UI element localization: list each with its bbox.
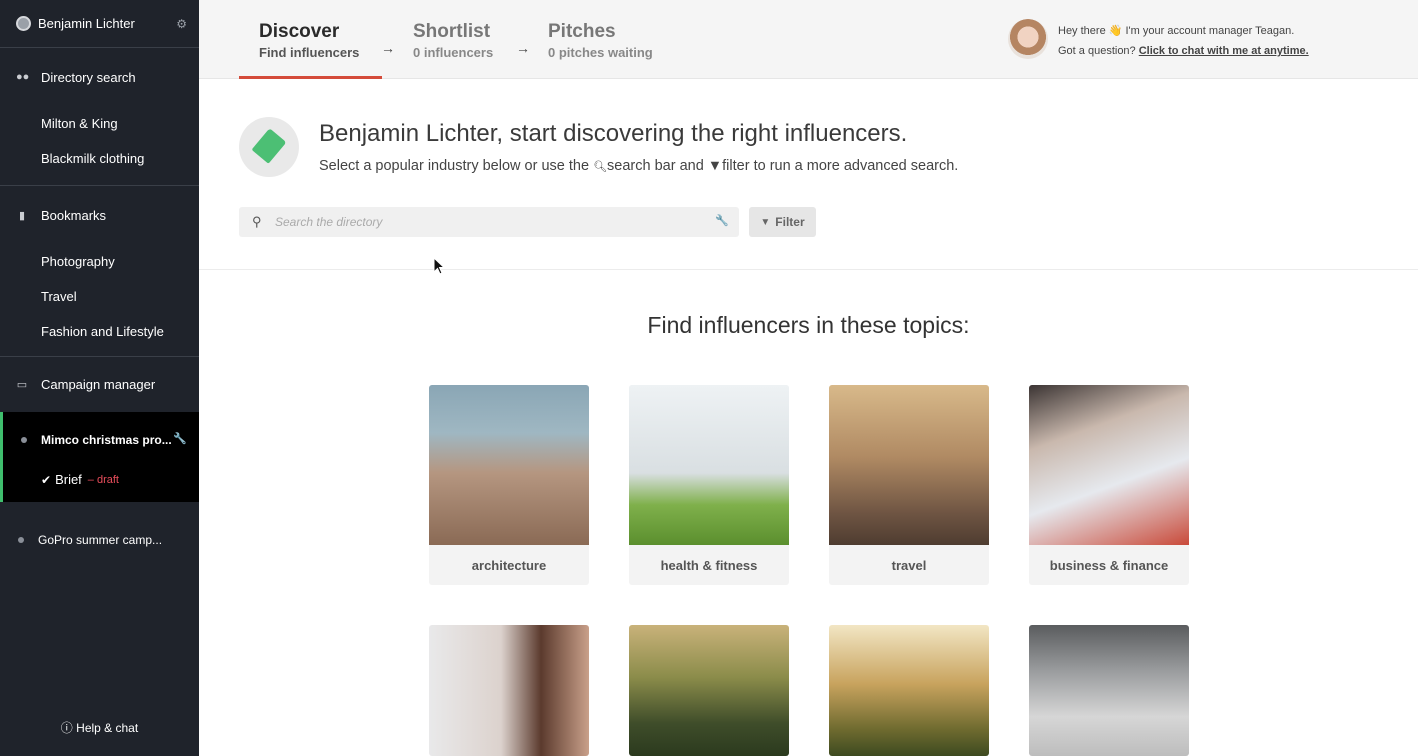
active-step-underline	[239, 76, 382, 79]
directory-section: ●● Directory search Milton & King Blackm…	[0, 48, 199, 186]
wrench-icon[interactable]: 🔧	[715, 214, 729, 227]
progress-header: Discover Find influencers → Shortlist 0 …	[199, 0, 1418, 79]
step-title: Pitches	[548, 21, 653, 43]
chat-link[interactable]: Click to chat with me at anytime.	[1139, 45, 1309, 57]
filter-label: Filter	[775, 215, 804, 229]
gear-icon[interactable]: ⚙	[176, 17, 187, 31]
arrow-right-icon: →	[516, 40, 530, 56]
briefcase-icon: ▭	[16, 378, 28, 391]
step-discover[interactable]: Discover Find influencers	[259, 21, 359, 60]
page-subtitle: Select a popular industry below or use t…	[319, 158, 958, 174]
topic-label: travel	[829, 545, 989, 585]
campaign-dot	[21, 437, 27, 443]
sidebar-item-gopro-campaign[interactable]: GoPro summer camp...	[0, 512, 199, 567]
help-chat-button[interactable]: ⓘ Help & chat	[0, 719, 199, 736]
filter-icon: ▼	[708, 158, 722, 174]
campaign-manager-label: Campaign manager	[41, 377, 155, 392]
divider	[199, 269, 1418, 270]
binoculars-icon: ●●	[16, 71, 28, 83]
subtitle-part: search bar and	[607, 158, 704, 174]
filter-button[interactable]: ▼ Filter	[749, 207, 816, 237]
sidebar-item-bookmarks[interactable]: ▮ Bookmarks	[0, 186, 199, 244]
arrow-right-icon: →	[381, 40, 395, 56]
topic-tile-health-fitness[interactable]: health & fitness	[629, 385, 789, 585]
sidebar: Benjamin Lichter ⚙ ●● Directory search M…	[0, 0, 199, 756]
topic-label: business & finance	[1029, 545, 1189, 585]
topic-image	[829, 625, 989, 756]
topic-tile-business-finance[interactable]: business & finance	[1029, 385, 1189, 585]
search-input[interactable]	[275, 207, 705, 237]
campaign-name: GoPro summer camp...	[38, 533, 162, 547]
brief-label: Brief	[55, 472, 82, 487]
manager-question-prefix: Got a question?	[1058, 45, 1136, 57]
bookmarks-label: Bookmarks	[41, 208, 106, 223]
sidebar-item-mimco-campaign[interactable]: Mimco christmas pro... 🔧	[3, 412, 199, 467]
step-subtitle: Find influencers	[259, 45, 359, 60]
page-title: Benjamin Lichter, start discovering the …	[319, 120, 907, 148]
account-manager-message: Hey there 👋 I'm your account manager Tea…	[1058, 21, 1309, 61]
sidebar-item-photography[interactable]: Photography	[0, 244, 199, 279]
subtitle-part: Select a popular industry below or use t…	[319, 158, 589, 174]
manager-greeting: Hey there 👋 I'm your account manager Tea…	[1058, 21, 1309, 41]
topic-image	[629, 625, 789, 756]
sidebar-item-directory-search[interactable]: ●● Directory search	[0, 48, 199, 106]
manager-question: Got a question? Click to chat with me at…	[1058, 41, 1309, 61]
check-icon: ✔	[41, 473, 51, 487]
search-icon: ⚲	[252, 214, 262, 230]
topic-label: health & fitness	[629, 545, 789, 585]
bookmark-icon: ▮	[16, 209, 28, 222]
topic-tile[interactable]	[629, 625, 789, 756]
user-avatar	[16, 16, 31, 31]
sidebar-item-blackmilk[interactable]: Blackmilk clothing	[0, 141, 199, 176]
topic-image	[429, 625, 589, 756]
filter-icon: ▼	[760, 217, 770, 228]
step-title: Discover	[259, 21, 359, 43]
topic-image	[1029, 625, 1189, 756]
topic-tile[interactable]	[429, 625, 589, 756]
topic-image	[629, 385, 789, 545]
topic-image	[429, 385, 589, 545]
step-subtitle: 0 pitches waiting	[548, 45, 653, 60]
account-manager-avatar	[1008, 19, 1048, 59]
step-shortlist[interactable]: Shortlist 0 influencers	[413, 21, 493, 60]
sidebar-item-travel[interactable]: Travel	[0, 279, 199, 314]
wrench-icon[interactable]: 🔧	[173, 432, 187, 445]
campaigns-section: ▭ Campaign manager Mimco christmas pro..…	[0, 357, 199, 567]
topic-image	[829, 385, 989, 545]
topic-tile[interactable]	[829, 625, 989, 756]
step-pitches[interactable]: Pitches 0 pitches waiting	[548, 21, 653, 60]
info-icon: ⓘ	[61, 721, 73, 735]
step-title: Shortlist	[413, 21, 493, 43]
sidebar-user[interactable]: Benjamin Lichter ⚙	[0, 0, 199, 48]
topic-tile-travel[interactable]: travel	[829, 385, 989, 585]
tag-icon	[239, 117, 299, 177]
topics-title: Find influencers in these topics:	[199, 312, 1418, 339]
sidebar-item-fashion[interactable]: Fashion and Lifestyle	[0, 314, 199, 349]
subtitle-part: filter to run a more advanced search.	[722, 158, 958, 174]
bookmarks-section: ▮ Bookmarks Photography Travel Fashion a…	[0, 186, 199, 357]
search-icon: 🔍︎	[593, 161, 607, 173]
active-campaign: Mimco christmas pro... 🔧 ✔ Brief – draft	[0, 412, 199, 502]
step-subtitle: 0 influencers	[413, 45, 493, 60]
user-name: Benjamin Lichter	[38, 16, 135, 31]
directory-search-label: Directory search	[41, 70, 136, 85]
topic-tile-architecture[interactable]: architecture	[429, 385, 589, 585]
help-label: Help & chat	[76, 721, 138, 735]
mouse-cursor	[433, 257, 445, 280]
topic-label: architecture	[429, 545, 589, 585]
sidebar-item-campaign-manager[interactable]: ▭ Campaign manager	[0, 357, 199, 412]
sidebar-item-brief[interactable]: ✔ Brief – draft	[3, 467, 199, 502]
sidebar-item-milton-king[interactable]: Milton & King	[0, 106, 199, 141]
directory-search-bar: ⚲ 🔧	[239, 207, 739, 237]
topic-tile[interactable]	[1029, 625, 1189, 756]
draft-status: – draft	[88, 474, 119, 486]
campaign-dot	[18, 537, 24, 543]
campaign-name: Mimco christmas pro...	[41, 433, 172, 447]
topic-image	[1029, 385, 1189, 545]
